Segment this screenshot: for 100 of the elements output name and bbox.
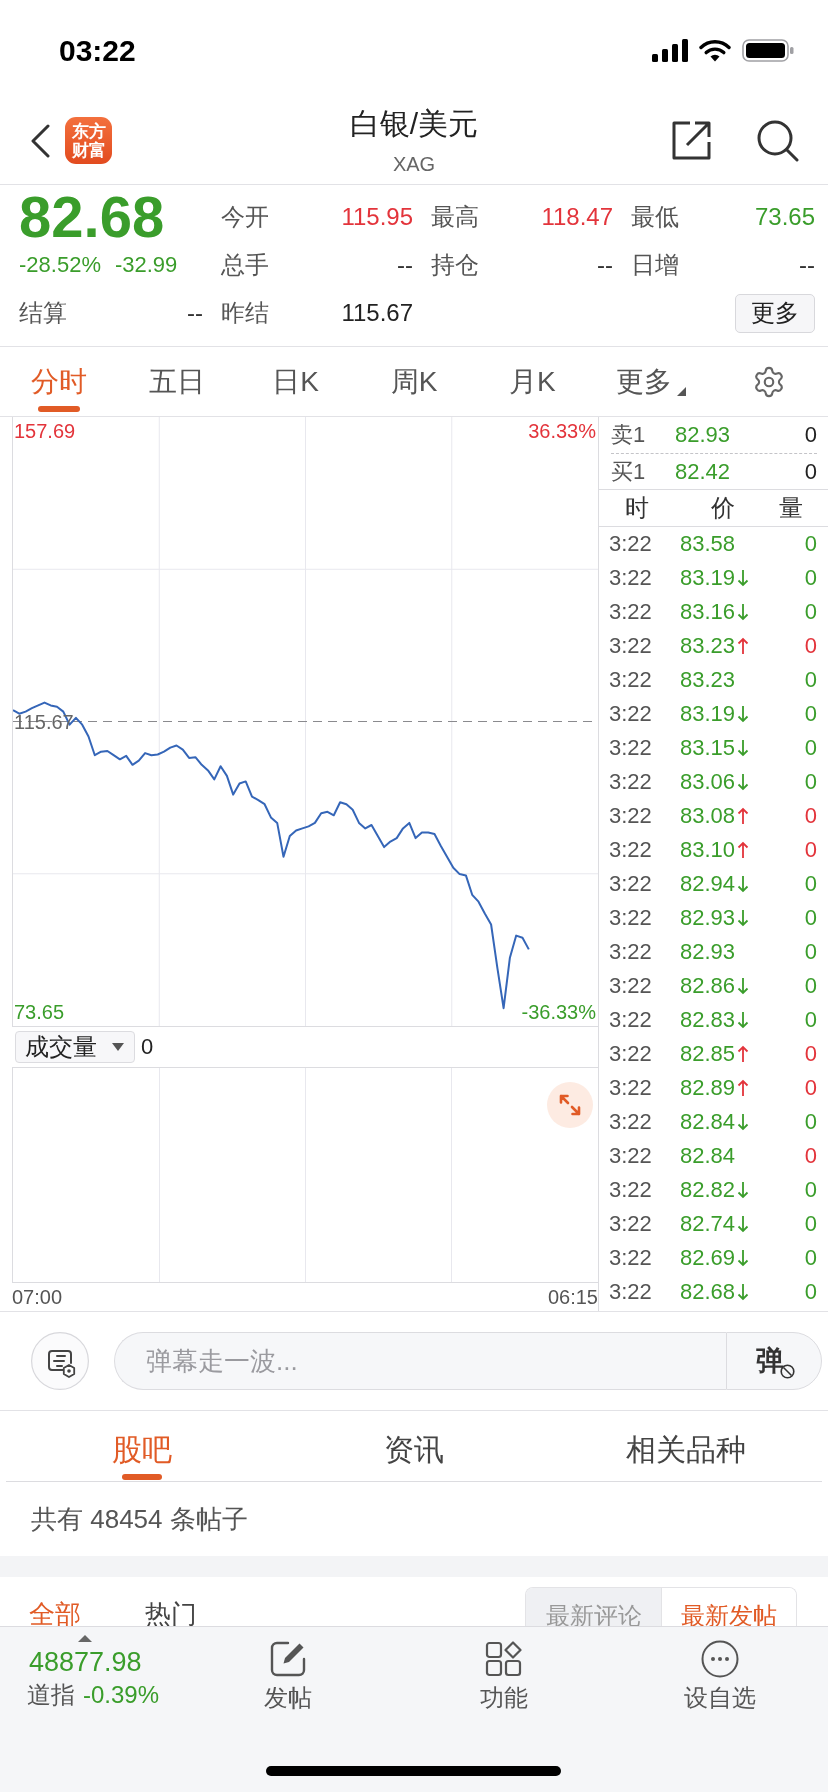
order-level-label: 卖1: [611, 421, 647, 449]
indicator-dropdown[interactable]: 成交量: [15, 1031, 135, 1063]
trade-price: 82.89: [678, 1075, 735, 1101]
trade-time: 3:22: [609, 837, 653, 863]
trade-price: 83.06: [678, 769, 735, 795]
trade-volume: 0: [804, 1279, 817, 1305]
change-amount: -32.99: [114, 251, 178, 279]
volume-value: 0: [141, 1034, 154, 1060]
page-title: 白银/美元: [349, 105, 479, 142]
trade-price: 83.16: [678, 599, 735, 625]
time-axis-label: 06:15: [547, 1284, 598, 1309]
trade-time: 3:22: [609, 1075, 653, 1101]
trade-time: 3:22: [609, 667, 653, 693]
trade-price: 82.85: [678, 1041, 735, 1067]
stat-value: --: [187, 299, 203, 327]
section-tab[interactable]: 相关品种: [550, 1411, 822, 1481]
caret-down-icon: [112, 1043, 124, 1051]
more-button[interactable]: 更多: [735, 293, 815, 333]
trade-volume: 0: [804, 1245, 817, 1271]
edit-icon: [269, 1640, 307, 1678]
trade-price: 83.23: [678, 633, 735, 659]
danmaku-toggle-button[interactable]: 弹: [726, 1332, 822, 1390]
change-percent: -28.52%: [19, 251, 101, 279]
column-header: 时: [624, 493, 650, 523]
trade-time: 3:22: [609, 939, 653, 965]
trade-time: 3:22: [609, 1279, 653, 1305]
status-time: 03:22: [59, 33, 136, 68]
percent-axis-label: -36.33%: [521, 999, 596, 1024]
stat-label: 今开: [221, 202, 269, 232]
trade-volume: 0: [804, 565, 817, 591]
trade-volume: 0: [804, 1109, 817, 1135]
chart-tab[interactable]: 五日: [118, 347, 237, 416]
symbol-code: XAG: [392, 151, 436, 176]
post-count: 共有 48454 条帖子: [30, 1502, 249, 1536]
caret-up-icon: [78, 1635, 93, 1642]
trade-time: 3:22: [609, 599, 653, 625]
toolbar-action[interactable]: 功能: [396, 1627, 612, 1713]
trade-time: 3:22: [609, 1177, 653, 1203]
wifi-icon: [699, 39, 731, 62]
trade-volume: 0: [804, 1211, 817, 1237]
trade-time: 3:22: [609, 1041, 653, 1067]
trade-time: 3:22: [609, 701, 653, 727]
trade-time: 3:22: [609, 1211, 653, 1237]
trade-volume: 0: [804, 803, 817, 829]
comment-input-field[interactable]: 弹幕走一波...: [114, 1332, 726, 1390]
share-icon[interactable]: [670, 119, 713, 162]
trade-price: 83.19: [678, 701, 735, 727]
trade-time: 3:22: [609, 633, 653, 659]
order-level-label: 买1: [611, 457, 647, 486]
column-header: 量: [778, 493, 804, 523]
trade-volume: 0: [804, 633, 817, 659]
trade-price: 82.68: [678, 1279, 735, 1305]
trade-price: 82.84: [678, 1109, 735, 1135]
section-tab[interactable]: 股吧: [6, 1411, 278, 1481]
trade-time: 3:22: [609, 905, 653, 931]
battery-icon: [742, 39, 795, 62]
trade-price: 83.15: [678, 735, 735, 761]
section-tab[interactable]: 资讯: [278, 1411, 550, 1481]
trade-volume: 0: [804, 1143, 817, 1169]
order-volume: 0: [804, 458, 817, 485]
chart-tab[interactable]: 周K: [354, 347, 474, 416]
trade-volume: 0: [804, 973, 817, 999]
order-price: 82.42: [675, 458, 731, 485]
toolbar-action[interactable]: 设自选: [612, 1627, 828, 1713]
trade-time: 3:22: [609, 565, 653, 591]
search-icon[interactable]: [756, 119, 799, 162]
trade-volume: 0: [804, 837, 817, 863]
chart-tab[interactable]: 日K: [236, 347, 355, 416]
price-axis-label: 73.65: [14, 999, 65, 1024]
more-icon: [701, 1640, 739, 1678]
stat-value: --: [799, 251, 815, 279]
chart-tab[interactable]: 更多: [591, 347, 710, 416]
stat-value: 115.95: [341, 203, 413, 231]
apps-icon: [485, 1640, 523, 1678]
order-volume: 0: [804, 422, 817, 448]
trade-price: 83.58: [678, 531, 735, 557]
trade-price: 83.19: [678, 565, 735, 591]
stat-value: --: [597, 251, 613, 279]
trade-time: 3:22: [609, 1109, 653, 1135]
trade-time: 3:22: [609, 735, 653, 761]
stat-value: 115.67: [341, 299, 413, 327]
toolbar-action[interactable]: 发帖: [180, 1627, 396, 1713]
trade-volume: 0: [804, 1177, 817, 1203]
trade-price: 82.94: [678, 871, 735, 897]
trade-volume: 0: [804, 701, 817, 727]
trade-time: 3:22: [609, 1143, 653, 1169]
trade-price: 82.82: [678, 1177, 735, 1203]
expand-icon[interactable]: [547, 1082, 593, 1128]
trade-price: 83.10: [678, 837, 735, 863]
trade-volume: 0: [804, 769, 817, 795]
filter-tab[interactable]: 全部: [29, 1577, 81, 1626]
trade-volume: 0: [804, 939, 817, 965]
chart-tab[interactable]: 分时: [0, 347, 119, 416]
note-settings-icon[interactable]: [31, 1332, 89, 1390]
trade-price: 82.93: [678, 939, 735, 965]
last-price: 82.68: [19, 185, 166, 249]
trade-price: 82.74: [678, 1211, 735, 1237]
back-icon[interactable]: [29, 123, 51, 158]
price-axis-label: 157.69: [14, 419, 76, 444]
chart-tab[interactable]: 月K: [473, 347, 592, 416]
